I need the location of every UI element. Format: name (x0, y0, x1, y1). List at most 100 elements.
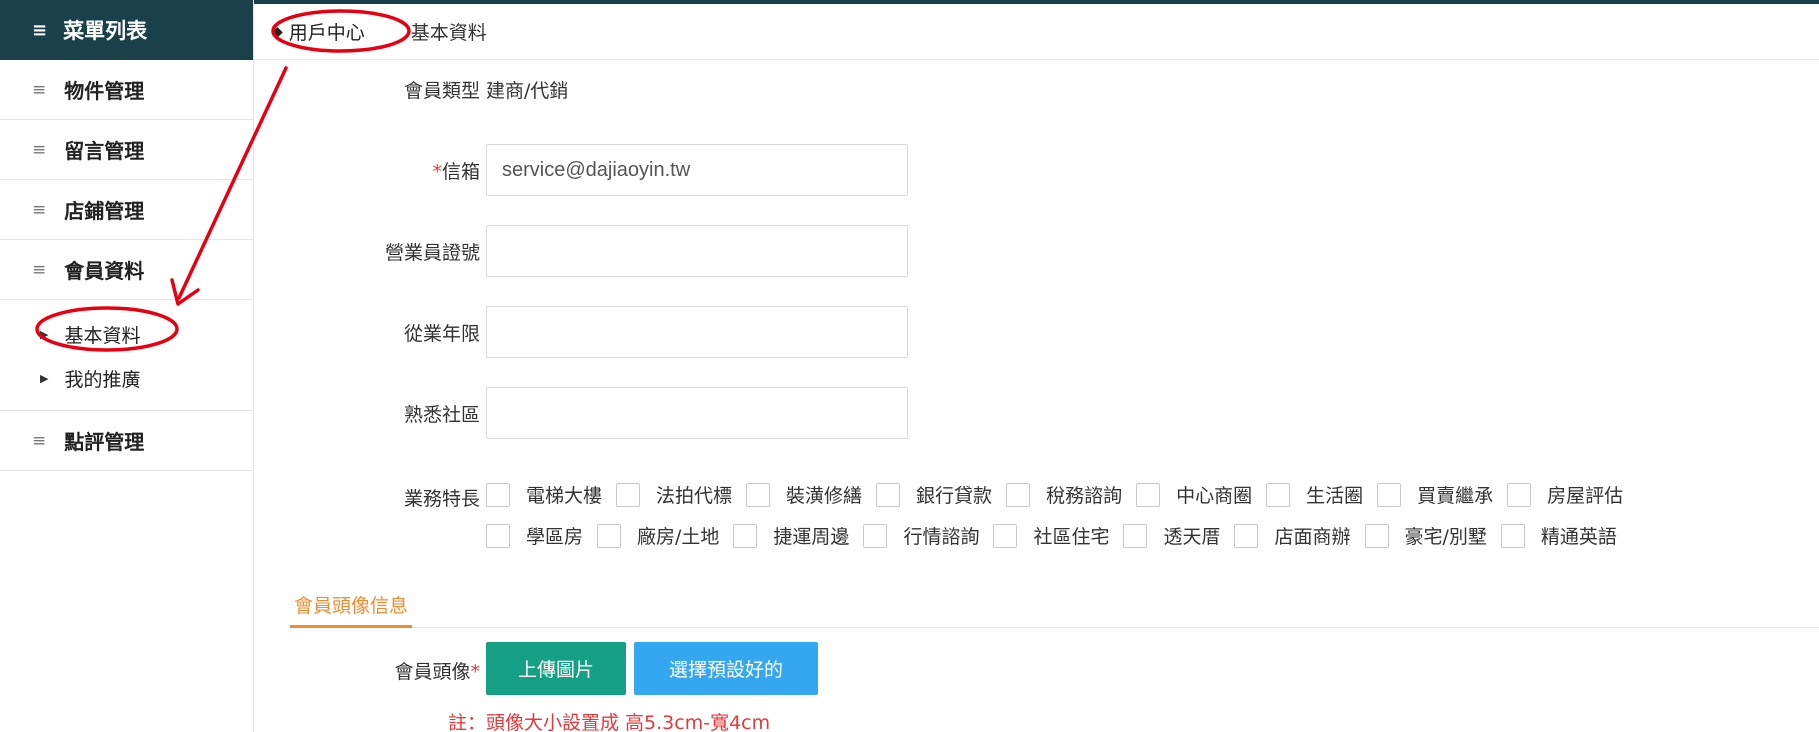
sidebar-item-label: 店鋪管理 (64, 199, 145, 223)
avatar-label: 會員頭像* (254, 657, 480, 684)
specialty-checkbox[interactable]: 房屋評估 (1507, 481, 1623, 508)
checkbox-label: 豪宅/別墅 (1404, 526, 1487, 548)
list-icon: ≡ (32, 259, 47, 280)
checkbox[interactable] (486, 482, 510, 507)
checkbox[interactable] (993, 523, 1018, 548)
home-icon: ◆ (272, 23, 283, 40)
avatar-size-note: 註：頭像大小設置成 高5.3cm-寬4cm (448, 712, 771, 732)
years-field[interactable] (486, 306, 908, 358)
app-window: ≡ 菜單列表 ≡ 物件管理 ≡ 留言管理 ≡ 店鋪管理 ≡ 會員資料 ▶ 基本資… (0, 0, 1819, 732)
caret-right-icon: ▶ (40, 327, 49, 341)
sidebar-header-label: 菜單列表 (63, 19, 148, 43)
required-mark: * (432, 161, 442, 183)
checkbox[interactable] (1234, 523, 1259, 548)
checkbox[interactable] (1500, 523, 1525, 548)
specialty-checkbox[interactable]: 生活圈 (1266, 481, 1363, 508)
checkbox[interactable] (1006, 482, 1031, 507)
checkbox-label: 店面商辦 (1274, 526, 1351, 548)
checkbox-label: 捷運周邊 (773, 526, 850, 548)
choose-preset-button[interactable]: 選擇預設好的 (634, 642, 818, 695)
checkbox[interactable] (876, 482, 901, 507)
checkbox[interactable] (1377, 482, 1402, 507)
section-tabs: 會員頭像信息 (290, 583, 1819, 628)
specialty-checkbox[interactable]: 電梯大樓 (486, 481, 602, 508)
specialty-row-1: 電梯大樓 法拍代標 裝潢修繕 銀行貸款 稅務諮詢 中心商圈 生活圈 買賣繼承 房… (486, 481, 1637, 508)
specialty-checkbox[interactable]: 廠房/土地 (597, 522, 719, 549)
upload-image-button[interactable]: 上傳圖片 (486, 642, 626, 695)
checkbox-label: 精通英語 (1540, 526, 1617, 548)
checkbox-label: 中心商圈 (1176, 485, 1253, 507)
checkbox[interactable] (863, 523, 888, 548)
specialty-checkbox[interactable]: 稅務諮詢 (1006, 481, 1122, 508)
specialty-checkbox[interactable]: 精通英語 (1500, 522, 1617, 549)
checkbox-label: 銀行貸款 (916, 485, 993, 507)
years-label: 從業年限 (403, 323, 480, 345)
breadcrumb-home-label: 用戶中心 (288, 22, 365, 44)
sidebar-item-messages[interactable]: ≡ 留言管理 (0, 120, 253, 180)
checkbox-label: 廠房/土地 (637, 526, 720, 548)
member-form: 會員類型 建商/代銷 *信箱 營業員證號 從業年限 熟悉社區 業務特長 電梯大樓… (254, 60, 1819, 732)
member-type-value: 建商/代銷 (486, 80, 569, 102)
community-label: 熟悉社區 (403, 404, 480, 426)
specialty-checkbox[interactable]: 裝潢修繕 (746, 481, 862, 508)
sidebar-subitem-label: 我的推廣 (64, 368, 141, 391)
specialty-checkbox[interactable]: 社區住宅 (993, 522, 1109, 549)
checkbox-label: 社區住宅 (1033, 526, 1110, 548)
sidebar-submenu: ▶ 基本資料 ▶ 我的推廣 (0, 300, 253, 411)
checkbox[interactable] (1136, 482, 1161, 507)
tab-avatar-info[interactable]: 會員頭像信息 (290, 583, 413, 628)
breadcrumb-home-link[interactable]: ◆ 用戶中心 (272, 18, 365, 45)
checkbox[interactable] (597, 523, 622, 548)
specialty-row-2: 學區房 廠房/土地 捷運周邊 行情諮詢 社區住宅 透天厝 店面商辦 豪宅/別墅 … (486, 522, 1631, 549)
specialty-checkbox[interactable]: 捷運周邊 (733, 522, 849, 549)
sidebar-item-member-info[interactable]: ≡ 會員資料 (0, 240, 253, 300)
list-icon: ≡ (32, 79, 47, 100)
checkbox[interactable] (1123, 523, 1148, 548)
checkbox[interactable] (746, 482, 771, 507)
caret-right-icon: ▶ (40, 371, 49, 385)
required-mark: * (470, 661, 481, 683)
specialty-checkbox[interactable]: 中心商圈 (1136, 481, 1252, 508)
license-field[interactable] (486, 225, 908, 277)
sidebar-subitem-label: 基本資料 (64, 324, 141, 347)
list-icon: ≡ (32, 199, 47, 220)
sidebar-item-properties[interactable]: ≡ 物件管理 (0, 60, 253, 120)
sidebar-item-label: 物件管理 (64, 79, 145, 103)
sidebar-subitem-basic-info[interactable]: ▶ 基本資料 (0, 312, 253, 356)
sidebar-header: ≡ 菜單列表 (0, 0, 253, 60)
checkbox[interactable] (1266, 482, 1291, 507)
list-icon: ≡ (32, 430, 47, 451)
breadcrumb-current: 基本資料 (410, 22, 487, 44)
sidebar: ≡ 菜單列表 ≡ 物件管理 ≡ 留言管理 ≡ 店鋪管理 ≡ 會員資料 ▶ 基本資… (0, 0, 254, 732)
email-field[interactable] (486, 144, 908, 196)
specialty-checkbox[interactable]: 法拍代標 (616, 481, 732, 508)
checkbox-label: 房屋評估 (1547, 485, 1624, 507)
specialty-checkbox[interactable]: 銀行貸款 (876, 481, 992, 508)
avatar-label-text: 會員頭像 (394, 661, 471, 683)
breadcrumb: ◆ 用戶中心 基本資料 (254, 4, 1819, 60)
specialty-checkbox[interactable]: 透天厝 (1123, 522, 1220, 549)
checkbox[interactable] (1507, 482, 1532, 507)
sidebar-item-store[interactable]: ≡ 店鋪管理 (0, 180, 253, 240)
email-label-text: 信箱 (441, 161, 480, 183)
email-label: *信箱 (254, 157, 480, 184)
specialty-checkbox[interactable]: 學區房 (486, 522, 583, 549)
sidebar-item-label: 點評管理 (64, 430, 145, 454)
checkbox-label: 買賣繼承 (1417, 485, 1494, 507)
specialty-checkbox[interactable]: 買賣繼承 (1377, 481, 1493, 508)
list-icon: ≡ (32, 19, 48, 41)
sidebar-subitem-promotion[interactable]: ▶ 我的推廣 (0, 356, 253, 400)
checkbox-label: 稅務諮詢 (1046, 485, 1123, 507)
specialty-checkbox[interactable]: 豪宅/別墅 (1364, 522, 1487, 549)
community-field[interactable] (486, 387, 908, 439)
checkbox[interactable] (733, 523, 758, 548)
checkbox[interactable] (1364, 523, 1389, 548)
checkbox-label: 學區房 (526, 526, 584, 548)
checkbox-label: 行情諮詢 (903, 526, 980, 548)
specialty-checkbox[interactable]: 店面商辦 (1234, 522, 1351, 549)
checkbox-label: 電梯大樓 (526, 485, 603, 507)
specialty-checkbox[interactable]: 行情諮詢 (863, 522, 979, 549)
checkbox[interactable] (616, 482, 641, 507)
sidebar-item-reviews[interactable]: ≡ 點評管理 (0, 411, 253, 471)
checkbox[interactable] (486, 523, 510, 548)
